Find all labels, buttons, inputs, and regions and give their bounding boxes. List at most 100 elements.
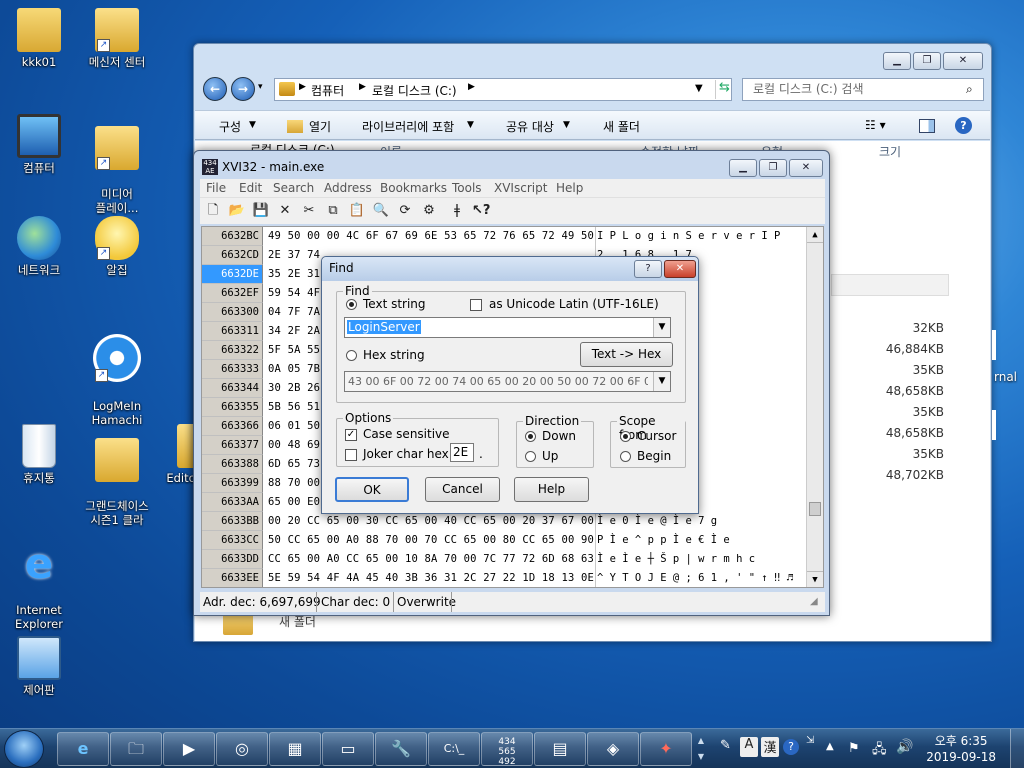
- taskbar-ie-icon[interactable]: e: [57, 732, 109, 766]
- maximize-button[interactable]: ❐: [759, 159, 787, 177]
- cancel-button[interactable]: Cancel: [425, 477, 500, 502]
- hex-row-bytes[interactable]: 34 2F 2A: [268, 322, 320, 340]
- pen-icon[interactable]: ✎: [720, 738, 731, 753]
- close-button[interactable]: ✕: [664, 260, 696, 278]
- hex-row[interactable]: 6633EE 5E 59 54 4F 4A 45 40 3B 36 31 2C 2…: [202, 569, 802, 587]
- hex-row[interactable]: 6633DD CC 65 00 A0 CC 65 00 10 8A 70 00 7…: [202, 550, 802, 569]
- copy-icon[interactable]: ⧉: [324, 202, 342, 220]
- desktop-icon-grandchase[interactable]: 그랜드체이스 시즌1 클라: [79, 424, 155, 527]
- share-with-button[interactable]: 공유 대상: [506, 118, 554, 135]
- direction-up-radio[interactable]: [525, 451, 536, 462]
- hex-row-bytes[interactable]: 65 00 E0: [268, 493, 320, 511]
- hex-row[interactable]: 6632BC 49 50 00 00 4C 6F 67 69 6E 53 65 7…: [202, 227, 802, 246]
- address-bar[interactable]: ▶ 컴퓨터 ▶ 로컬 디스크 (C:) ▶ ▼ ⇆: [274, 78, 732, 101]
- ime-help-icon[interactable]: ?: [783, 739, 799, 755]
- replace-icon[interactable]: ⟳: [396, 202, 414, 220]
- recent-pages-dropdown[interactable]: ▾: [258, 82, 263, 92]
- close-button[interactable]: ✕: [943, 52, 983, 70]
- include-library-button[interactable]: 라이브러리에 포함: [362, 118, 454, 135]
- hex-row-bytes[interactable]: 04 7F 7A: [268, 303, 320, 321]
- menu-help[interactable]: Help: [556, 181, 583, 195]
- hex-row-bytes[interactable]: 0A 05 7B: [268, 360, 320, 378]
- volume-icon[interactable]: 🔊: [896, 739, 913, 755]
- maximize-button[interactable]: ❐: [913, 52, 941, 70]
- hex-row-ascii[interactable]: Ì e 0 Ì e @ Ì e 7 g: [597, 512, 802, 530]
- desktop-icon-control-panel[interactable]: 제어판: [1, 636, 77, 697]
- hex-row[interactable]: 6633CC 50 CC 65 00 A0 88 70 00 70 CC 65 0…: [202, 531, 802, 550]
- close-file-icon[interactable]: ✕: [276, 202, 294, 220]
- hex-row-bytes[interactable]: 35 2E 31: [268, 265, 320, 283]
- vertical-scrollbar[interactable]: ▲ ▼: [806, 227, 823, 587]
- scroll-down-icon[interactable]: ▼: [807, 571, 823, 587]
- help-icon[interactable]: ?: [955, 117, 972, 134]
- help-button[interactable]: ?: [634, 260, 662, 278]
- clock[interactable]: 오후 6:35 2019-09-18: [926, 733, 996, 765]
- action-center-icon[interactable]: ⚑: [848, 741, 860, 756]
- desktop-icon-computer[interactable]: 컴퓨터: [1, 114, 77, 175]
- cut-icon[interactable]: ✂: [300, 202, 318, 220]
- forward-button[interactable]: →: [231, 77, 255, 101]
- preview-pane-icon[interactable]: [919, 119, 935, 133]
- joker-char-input[interactable]: 2E: [450, 443, 474, 462]
- show-desktop-button[interactable]: [1010, 729, 1024, 768]
- desktop-icon-messenger[interactable]: ↗ 메신저 센터: [79, 8, 155, 69]
- text-string-radio[interactable]: [346, 299, 357, 310]
- hex-row-bytes[interactable]: 00 20 CC 65 00 30 CC 65 00 40 CC 65 00 2…: [268, 512, 594, 530]
- organize-button[interactable]: 구성: [219, 118, 241, 135]
- hex-row-bytes[interactable]: 88 70 00: [268, 474, 320, 492]
- hex-row-ascii[interactable]: I P L o g i n S e r v e r I P: [597, 227, 802, 245]
- desktop-icon-network[interactable]: 네트워크: [1, 216, 77, 277]
- minimize-button[interactable]: ▁: [729, 159, 757, 177]
- taskbar-explorer-icon[interactable]: 🗀: [110, 732, 162, 766]
- menu-edit[interactable]: Edit: [239, 181, 262, 195]
- open-file-icon[interactable]: 📂: [228, 202, 246, 220]
- start-button[interactable]: [4, 730, 44, 768]
- taskbar-game-icon[interactable]: ✦: [640, 732, 692, 766]
- chevron-down-icon[interactable]: ▼: [653, 372, 670, 391]
- settings-icon[interactable]: ⚙: [420, 202, 438, 220]
- taskbar-monitor-icon[interactable]: ▭: [322, 732, 374, 766]
- taskbar-app-icon[interactable]: ◈: [587, 732, 639, 766]
- ok-button[interactable]: OK: [335, 477, 409, 502]
- hex-row-bytes[interactable]: 50 CC 65 00 A0 88 70 00 70 CC 65 00 80 C…: [268, 531, 594, 549]
- view-options-icon[interactable]: ☷ ▾: [865, 118, 886, 132]
- context-help-icon[interactable]: ↖?: [472, 202, 490, 220]
- hex-row-ascii[interactable]: P Ì e ^ p p Ì e € Ì e: [597, 531, 802, 549]
- menu-address[interactable]: Address: [324, 181, 372, 195]
- taskbar-cmd-icon[interactable]: C:\_: [428, 732, 480, 766]
- menu-file[interactable]: File: [206, 181, 226, 195]
- scroll-thumb[interactable]: [809, 502, 821, 516]
- taskbar-scroll[interactable]: ▲ ▼: [694, 733, 708, 765]
- ime-options-icon[interactable]: ⇲: [806, 735, 814, 746]
- minimize-button[interactable]: ▁: [883, 52, 911, 70]
- desktop-icon-hamachi[interactable]: ↗ LogMeIn Hamachi: [79, 320, 155, 427]
- search-input[interactable]: 로컬 디스크 (C:) 검색: [742, 78, 984, 101]
- resize-grip-icon[interactable]: ◢: [810, 596, 818, 607]
- back-button[interactable]: ←: [203, 77, 227, 101]
- taskbar-network-tool-icon[interactable]: ▦: [269, 732, 321, 766]
- case-sensitive-checkbox[interactable]: ✓: [345, 429, 357, 441]
- script-icon[interactable]: ǂ: [448, 202, 466, 220]
- hex-row[interactable]: 6633BB 00 20 CC 65 00 30 CC 65 00 40 CC 6…: [202, 512, 802, 531]
- scope-cursor-radio[interactable]: [620, 431, 631, 442]
- hex-row-bytes[interactable]: 49 50 00 00 4C 6F 67 69 6E 53 65 72 76 6…: [268, 227, 594, 245]
- new-file-icon[interactable]: 🗋: [204, 202, 222, 220]
- scope-begin-radio[interactable]: [620, 451, 631, 462]
- save-icon[interactable]: 💾: [252, 202, 270, 220]
- help-button[interactable]: Help: [514, 477, 589, 502]
- network-status-icon[interactable]: 🖧: [872, 740, 887, 762]
- scroll-up-icon[interactable]: ▲: [807, 227, 823, 243]
- hex-row-bytes[interactable]: 5F 5A 55: [268, 341, 320, 359]
- menu-xviscript[interactable]: XVIscript: [494, 181, 547, 195]
- hex-row-bytes[interactable]: 2E 37 74: [268, 246, 320, 264]
- hex-string-combo[interactable]: 43 00 6F 00 72 00 74 00 65 00 20 00 50 0…: [344, 371, 671, 392]
- column-header-size[interactable]: 크기: [879, 143, 901, 160]
- direction-down-radio[interactable]: [525, 431, 536, 442]
- ime-hanja[interactable]: 漢: [761, 737, 779, 757]
- desktop-icon-internet-explorer[interactable]: e Internet Explorer: [1, 528, 77, 632]
- desktop-icon-alzip[interactable]: ↗ 알집: [79, 216, 155, 277]
- desktop-icon-recycle-bin[interactable]: 휴지통: [1, 424, 77, 485]
- menu-search[interactable]: Search: [273, 181, 314, 195]
- taskbar-tools-icon[interactable]: 🔧: [375, 732, 427, 766]
- hex-row-bytes[interactable]: CC 65 00 A0 CC 65 00 10 8A 70 00 7C 77 7…: [268, 550, 594, 568]
